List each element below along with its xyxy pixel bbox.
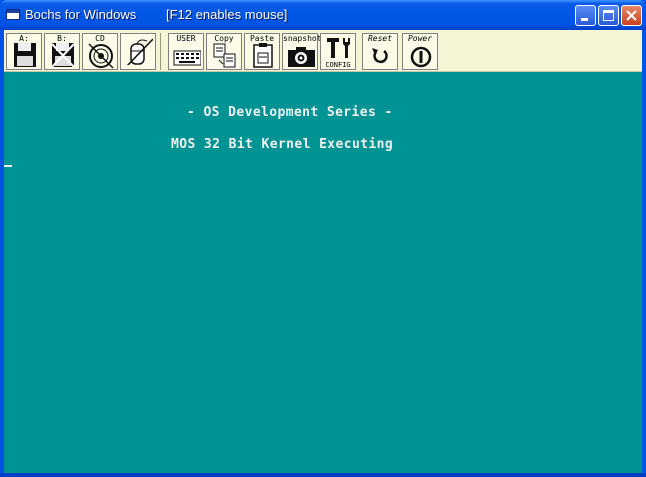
app-icon [6,9,20,20]
text-cursor [4,165,12,167]
camera-icon [288,47,315,67]
user-button[interactable]: USER [168,33,204,70]
reset-button[interactable]: Reset [362,33,398,70]
bochs-window: Bochs for Windows [F12 enables mouse] A: [0,0,646,477]
close-button[interactable] [621,5,642,26]
os-series-heading: - OS Development Series - [187,105,393,120]
minimize-button[interactable] [575,5,596,26]
paste-button[interactable]: Paste [244,33,280,70]
minimize-icon [581,18,588,21]
window-title: Bochs for Windows [25,7,137,22]
reset-icon [372,48,388,64]
cdrom-button[interactable]: CD [82,33,118,70]
copy-icon [213,43,236,68]
power-button[interactable]: Power [402,33,438,70]
power-icon [410,46,432,68]
mouse-hint: [F12 enables mouse] [166,7,288,22]
config-icon [327,38,350,58]
emulator-display[interactable]: - OS Development Series - MOS 32 Bit Ker… [4,72,642,473]
snapshot-button[interactable]: snapshot [282,33,322,70]
floppy-a-icon [14,43,36,67]
kernel-status-line: MOS 32 Bit Kernel Executing [171,137,394,152]
paste-icon [253,43,273,68]
close-icon [626,10,637,21]
mouse-button[interactable] [120,33,156,70]
cdrom-icon [88,43,114,69]
maximize-button[interactable] [598,5,619,26]
window-frame-bottom [0,473,646,477]
floppy-a-button[interactable]: A: [6,33,42,70]
floppy-b-icon [51,43,75,68]
keyboard-icon [173,50,201,66]
floppy-b-button[interactable]: B: [44,33,80,70]
toolbar-separator [160,33,161,70]
copy-button[interactable]: Copy [206,33,242,70]
mouse-icon [126,38,153,65]
config-button[interactable]: CONFIG [320,33,356,70]
bochs-toolbar: A: B: CD USER Copy Paste snapshot CONFIG… [4,30,642,72]
maximize-icon [603,10,614,21]
title-bar[interactable]: Bochs for Windows [F12 enables mouse] [0,0,646,30]
